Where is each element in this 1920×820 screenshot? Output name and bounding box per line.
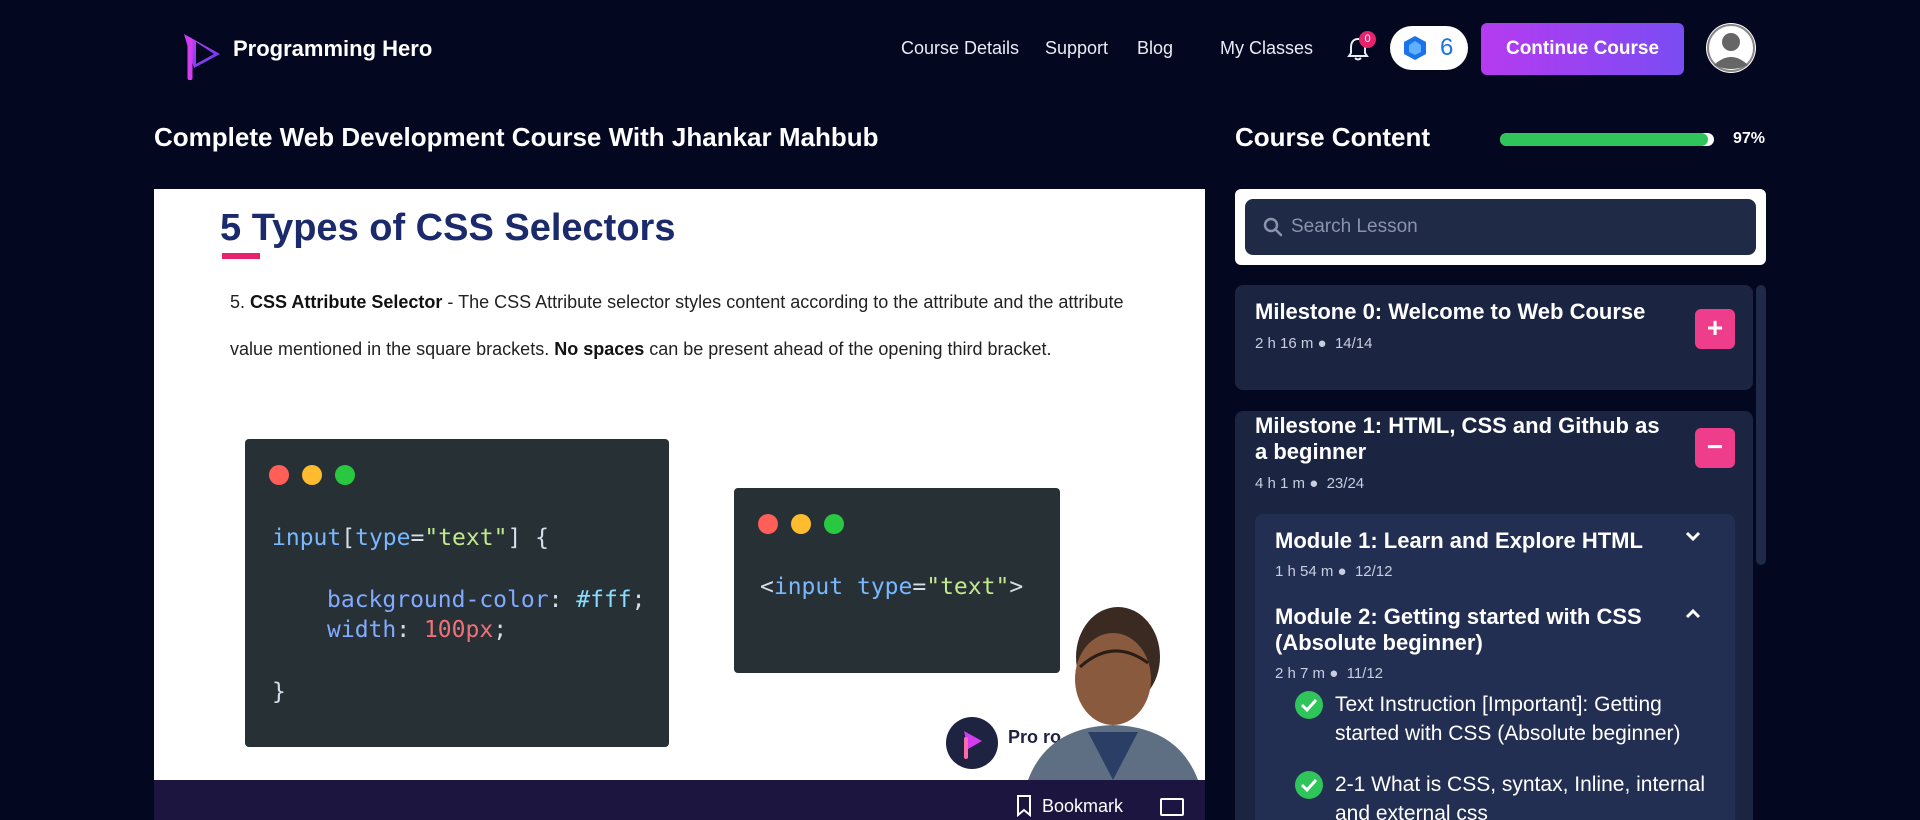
- course-title: Complete Web Development Course With Jha…: [154, 122, 879, 152]
- milestone-meta: 2 h 16 m ● 14/14: [1255, 335, 1373, 352]
- module-2-meta: 2 h 7 m ● 11/12: [1275, 665, 1384, 682]
- collapse-button[interactable]: −: [1695, 428, 1735, 468]
- notification-badge: 0: [1359, 31, 1376, 48]
- lesson-complete-icon: [1295, 771, 1323, 799]
- item-number: 5.: [230, 292, 246, 312]
- course-progress-fill: [1500, 133, 1708, 146]
- brand-name[interactable]: Programming Hero: [233, 36, 432, 62]
- sidebar-scrollbar[interactable]: [1756, 285, 1766, 565]
- lesson-item[interactable]: Text Instruction [Important]: Getting st…: [1335, 690, 1725, 748]
- code-line-1: input[type="text"] {: [272, 525, 549, 551]
- module-1-meta: 1 h 54 m ● 12/12: [1275, 563, 1393, 580]
- chevron-up-icon[interactable]: [1685, 607, 1701, 619]
- gem-icon: [1404, 36, 1426, 60]
- presenter-webcam: [1028, 607, 1200, 780]
- search-container: [1235, 189, 1766, 265]
- chevron-down-icon[interactable]: [1685, 531, 1701, 543]
- code-line-3: width: 100px;: [327, 617, 508, 643]
- yellow-dot: [791, 514, 811, 534]
- slide-title: 5 Types of CSS Selectors: [220, 207, 676, 249]
- item-text-2: can be present ahead of the opening thir…: [644, 339, 1052, 359]
- code-card-css: input[type="text"] { background-color: #…: [245, 439, 669, 747]
- slide-underline: [222, 253, 260, 259]
- programming-hero-logo[interactable]: [180, 28, 224, 80]
- bookmark-button[interactable]: Bookmark: [1042, 796, 1123, 817]
- course-content-title: Course Content: [1235, 122, 1430, 152]
- nav-my-classes[interactable]: My Classes: [1220, 38, 1313, 59]
- search-lesson-input[interactable]: [1291, 212, 1731, 242]
- bookmark-icon[interactable]: [1016, 795, 1032, 817]
- top-header: Programming Hero Course Details Support …: [0, 0, 1920, 98]
- nav-support[interactable]: Support: [1045, 38, 1108, 59]
- milestone-meta: 4 h 1 m ● 23/24: [1255, 475, 1365, 492]
- course-content-list: Milestone 0: Welcome to Web Course 2 h 1…: [1235, 285, 1755, 820]
- nav-course-details[interactable]: Course Details: [901, 38, 1019, 59]
- code-line-2: background-color: #fff;: [327, 587, 646, 613]
- red-dot: [758, 514, 778, 534]
- search-icon: [1263, 217, 1283, 237]
- milestone-title: Milestone 0: Welcome to Web Course: [1255, 299, 1646, 324]
- continue-course-button[interactable]: Continue Course: [1481, 23, 1684, 75]
- green-dot: [335, 465, 355, 485]
- slide-body: 5. CSS Attribute Selector - The CSS Attr…: [230, 279, 1150, 373]
- code-line-4: }: [272, 679, 286, 705]
- item-heading: CSS Attribute Selector: [250, 292, 443, 312]
- gem-count: 6: [1440, 34, 1454, 61]
- module-panel: Module 1: Learn and Explore HTML 1 h 54 …: [1255, 514, 1735, 820]
- module-1-title[interactable]: Module 1: Learn and Explore HTML: [1275, 528, 1675, 554]
- milestone-0[interactable]: Milestone 0: Welcome to Web Course 2 h 1…: [1235, 285, 1753, 390]
- code-line-html: <input type="text">: [760, 574, 1024, 600]
- nav-blog[interactable]: Blog: [1137, 38, 1173, 59]
- user-icon: [1707, 24, 1755, 72]
- milestone-title: Milestone 1: HTML, CSS and Github as a b…: [1255, 413, 1660, 464]
- item-bold-2: No spaces: [554, 339, 645, 359]
- lesson-complete-icon: [1295, 691, 1323, 719]
- user-avatar[interactable]: [1706, 23, 1756, 73]
- red-dot: [269, 465, 289, 485]
- course-progress-label: 97%: [1733, 130, 1766, 147]
- yellow-dot: [302, 465, 322, 485]
- gem-counter[interactable]: 6: [1390, 26, 1468, 70]
- course-progress-bar: [1500, 133, 1714, 146]
- fullscreen-icon[interactable]: [1160, 798, 1184, 816]
- search-box[interactable]: [1245, 199, 1756, 255]
- lesson-item[interactable]: 2-1 What is CSS, syntax, Inline, interna…: [1335, 770, 1725, 820]
- video-controls-bar: Bookmark: [154, 780, 1205, 820]
- module-2-title[interactable]: Module 2: Getting started with CSS (Abso…: [1275, 604, 1675, 656]
- expand-button[interactable]: +: [1695, 309, 1735, 349]
- green-dot: [824, 514, 844, 534]
- video-player[interactable]: 5 Types of CSS Selectors 5. CSS Attribut…: [154, 189, 1205, 780]
